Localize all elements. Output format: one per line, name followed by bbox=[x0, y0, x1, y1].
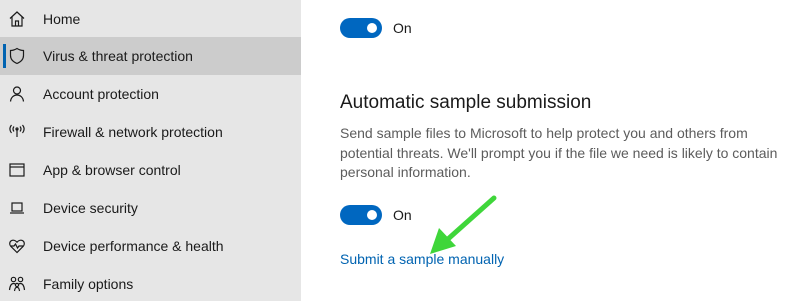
sidebar-item-device-security[interactable]: Device security bbox=[0, 189, 301, 227]
sidebar-item-firewall-network-protection[interactable]: Firewall & network protection bbox=[0, 113, 301, 151]
sample-submission-toggle[interactable] bbox=[340, 205, 382, 225]
sidebar-item-label: Device performance & health bbox=[43, 238, 224, 254]
sidebar-item-label: Family options bbox=[43, 276, 134, 292]
person-icon bbox=[7, 84, 27, 104]
sidebar-item-device-performance-health[interactable]: Device performance & health bbox=[0, 227, 301, 265]
browser-window-icon bbox=[7, 160, 27, 180]
toggle-knob bbox=[367, 210, 377, 220]
sidebar-item-label: Device security bbox=[43, 200, 138, 216]
sidebar-item-label: Firewall & network protection bbox=[43, 124, 223, 140]
selection-indicator bbox=[3, 44, 6, 68]
family-icon bbox=[7, 274, 27, 294]
sidebar-item-family-options[interactable]: Family options bbox=[0, 265, 301, 301]
heart-pulse-icon bbox=[7, 236, 27, 256]
section-title: Automatic sample submission bbox=[340, 92, 592, 113]
windows-security-window: Home Virus & threat protection Account p… bbox=[0, 0, 800, 301]
sample-submission-toggle-label: On bbox=[393, 207, 412, 223]
sidebar-item-app-browser-control[interactable]: App & browser control bbox=[0, 151, 301, 189]
toggle-knob bbox=[367, 23, 377, 33]
sidebar-item-label: Home bbox=[43, 11, 81, 27]
protection-toggle-label: On bbox=[393, 20, 412, 36]
sidebar-item-virus-threat-protection[interactable]: Virus & threat protection bbox=[0, 37, 301, 75]
submit-sample-manually-link[interactable]: Submit a sample manually bbox=[340, 251, 504, 267]
home-icon bbox=[7, 9, 27, 29]
laptop-icon bbox=[7, 198, 27, 218]
sidebar-item-label: Account protection bbox=[43, 86, 159, 102]
section-description: Send sample files to Microsoft to help p… bbox=[340, 125, 778, 180]
main-content: On Automatic sample submission Send samp… bbox=[301, 0, 800, 301]
wifi-signal-icon bbox=[7, 122, 27, 142]
protection-toggle[interactable] bbox=[340, 18, 382, 38]
shield-icon bbox=[7, 46, 27, 66]
sidebar-item-account-protection[interactable]: Account protection bbox=[0, 75, 301, 113]
sidebar-item-home[interactable]: Home bbox=[0, 0, 301, 38]
sidebar: Home Virus & threat protection Account p… bbox=[0, 0, 301, 301]
sidebar-item-label: Virus & threat protection bbox=[43, 48, 193, 64]
sidebar-item-label: App & browser control bbox=[43, 162, 181, 178]
